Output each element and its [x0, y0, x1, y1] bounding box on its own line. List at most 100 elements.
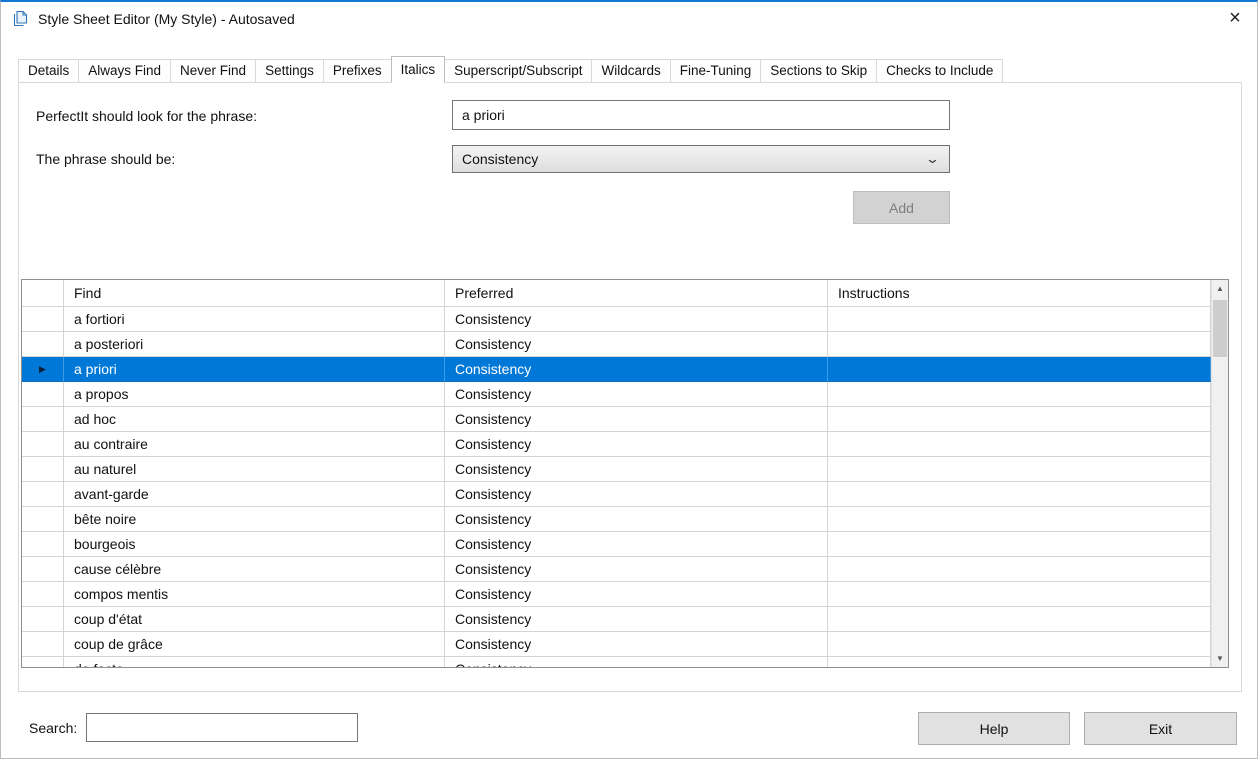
row-marker[interactable] — [22, 307, 64, 332]
cell-find[interactable]: a priori — [64, 357, 445, 382]
cell-find[interactable]: coup de grâce — [64, 632, 445, 657]
cell-preferred[interactable]: Consistency — [445, 332, 828, 357]
tab-always-find[interactable]: Always Find — [78, 59, 171, 83]
column-header-instructions[interactable]: Instructions — [828, 280, 1211, 307]
cell-find[interactable]: a fortiori — [64, 307, 445, 332]
cell-preferred[interactable]: Consistency — [445, 457, 828, 482]
cell-preferred[interactable]: Consistency — [445, 507, 828, 532]
table-row[interactable]: a fortioriConsistency — [22, 307, 1211, 332]
cell-find[interactable]: bête noire — [64, 507, 445, 532]
table-row[interactable]: ▶a prioriConsistency — [22, 357, 1211, 382]
cell-preferred[interactable]: Consistency — [445, 357, 828, 382]
cell-find[interactable]: de facto — [64, 657, 445, 667]
table-row[interactable]: avant-gardeConsistency — [22, 482, 1211, 507]
tab-sections-to-skip[interactable]: Sections to Skip — [760, 59, 877, 83]
column-header-find[interactable]: Find — [64, 280, 445, 307]
row-marker[interactable] — [22, 432, 64, 457]
cell-preferred[interactable]: Consistency — [445, 582, 828, 607]
cell-instructions[interactable] — [828, 407, 1211, 432]
tab-details[interactable]: Details — [18, 59, 79, 83]
cell-instructions[interactable] — [828, 307, 1211, 332]
search-input[interactable] — [86, 713, 358, 742]
exit-button[interactable]: Exit — [1084, 712, 1237, 745]
cell-find[interactable]: avant-garde — [64, 482, 445, 507]
table-row[interactable]: au contraireConsistency — [22, 432, 1211, 457]
cell-instructions[interactable] — [828, 632, 1211, 657]
cell-instructions[interactable] — [828, 607, 1211, 632]
cell-instructions[interactable] — [828, 357, 1211, 382]
cell-instructions[interactable] — [828, 482, 1211, 507]
scrollbar-thumb[interactable] — [1213, 300, 1227, 357]
scroll-down-icon[interactable]: ▼ — [1212, 650, 1228, 667]
column-header-preferred[interactable]: Preferred — [445, 280, 828, 307]
cell-find[interactable]: a propos — [64, 382, 445, 407]
close-icon[interactable]: × — [1219, 5, 1251, 32]
table-row[interactable]: compos mentisConsistency — [22, 582, 1211, 607]
cell-instructions[interactable] — [828, 382, 1211, 407]
tab-wildcards[interactable]: Wildcards — [591, 59, 670, 83]
cell-find[interactable]: cause célèbre — [64, 557, 445, 582]
tab-checks-to-include[interactable]: Checks to Include — [876, 59, 1003, 83]
row-marker[interactable] — [22, 607, 64, 632]
vertical-scrollbar[interactable]: ▲ ▼ — [1211, 280, 1228, 667]
row-marker[interactable] — [22, 557, 64, 582]
row-marker[interactable] — [22, 407, 64, 432]
scroll-up-icon[interactable]: ▲ — [1212, 280, 1228, 297]
help-button[interactable]: Help — [918, 712, 1070, 745]
tab-italics[interactable]: Italics — [391, 56, 446, 83]
cell-preferred[interactable]: Consistency — [445, 532, 828, 557]
cell-preferred[interactable]: Consistency — [445, 557, 828, 582]
cell-instructions[interactable] — [828, 457, 1211, 482]
row-marker[interactable] — [22, 482, 64, 507]
cell-find[interactable]: compos mentis — [64, 582, 445, 607]
cell-find[interactable]: a posteriori — [64, 332, 445, 357]
table-row[interactable]: a posterioriConsistency — [22, 332, 1211, 357]
cell-preferred[interactable]: Consistency — [445, 482, 828, 507]
row-marker[interactable] — [22, 582, 64, 607]
phrase-input[interactable] — [452, 100, 950, 130]
cell-instructions[interactable] — [828, 557, 1211, 582]
cell-preferred[interactable]: Consistency — [445, 407, 828, 432]
row-marker[interactable] — [22, 507, 64, 532]
row-marker[interactable] — [22, 657, 64, 667]
cell-find[interactable]: coup d'état — [64, 607, 445, 632]
table-row[interactable]: a proposConsistency — [22, 382, 1211, 407]
cell-preferred[interactable]: Consistency — [445, 607, 828, 632]
tab-superscript-subscript[interactable]: Superscript/Subscript — [444, 59, 592, 83]
cell-find[interactable]: bourgeois — [64, 532, 445, 557]
cell-instructions[interactable] — [828, 432, 1211, 457]
table-row[interactable]: coup d'étatConsistency — [22, 607, 1211, 632]
table-row[interactable]: bête noireConsistency — [22, 507, 1211, 532]
cell-find[interactable]: au contraire — [64, 432, 445, 457]
row-marker[interactable] — [22, 532, 64, 557]
cell-instructions[interactable] — [828, 532, 1211, 557]
cell-instructions[interactable] — [828, 657, 1211, 667]
cell-instructions[interactable] — [828, 332, 1211, 357]
cell-preferred[interactable]: Consistency — [445, 632, 828, 657]
table-row[interactable]: de factoConsistency — [22, 657, 1211, 667]
table-row[interactable]: coup de grâceConsistency — [22, 632, 1211, 657]
add-button[interactable]: Add — [853, 191, 950, 224]
cell-preferred[interactable]: Consistency — [445, 382, 828, 407]
table-row[interactable]: au naturelConsistency — [22, 457, 1211, 482]
cell-find[interactable]: au naturel — [64, 457, 445, 482]
row-marker[interactable] — [22, 332, 64, 357]
tab-never-find[interactable]: Never Find — [170, 59, 256, 83]
tab-fine-tuning[interactable]: Fine-Tuning — [670, 59, 762, 83]
cell-preferred[interactable]: Consistency — [445, 307, 828, 332]
table-row[interactable]: ad hocConsistency — [22, 407, 1211, 432]
row-marker[interactable] — [22, 382, 64, 407]
cell-find[interactable]: ad hoc — [64, 407, 445, 432]
row-marker[interactable]: ▶ — [22, 357, 64, 382]
cell-instructions[interactable] — [828, 507, 1211, 532]
tab-prefixes[interactable]: Prefixes — [323, 59, 392, 83]
cell-instructions[interactable] — [828, 582, 1211, 607]
phrase-type-dropdown[interactable]: Consistency ⌄ — [452, 145, 950, 173]
cell-preferred[interactable]: Consistency — [445, 657, 828, 667]
table-row[interactable]: cause célèbreConsistency — [22, 557, 1211, 582]
tab-settings[interactable]: Settings — [255, 59, 324, 83]
cell-preferred[interactable]: Consistency — [445, 432, 828, 457]
row-marker[interactable] — [22, 457, 64, 482]
table-row[interactable]: bourgeoisConsistency — [22, 532, 1211, 557]
row-marker[interactable] — [22, 632, 64, 657]
